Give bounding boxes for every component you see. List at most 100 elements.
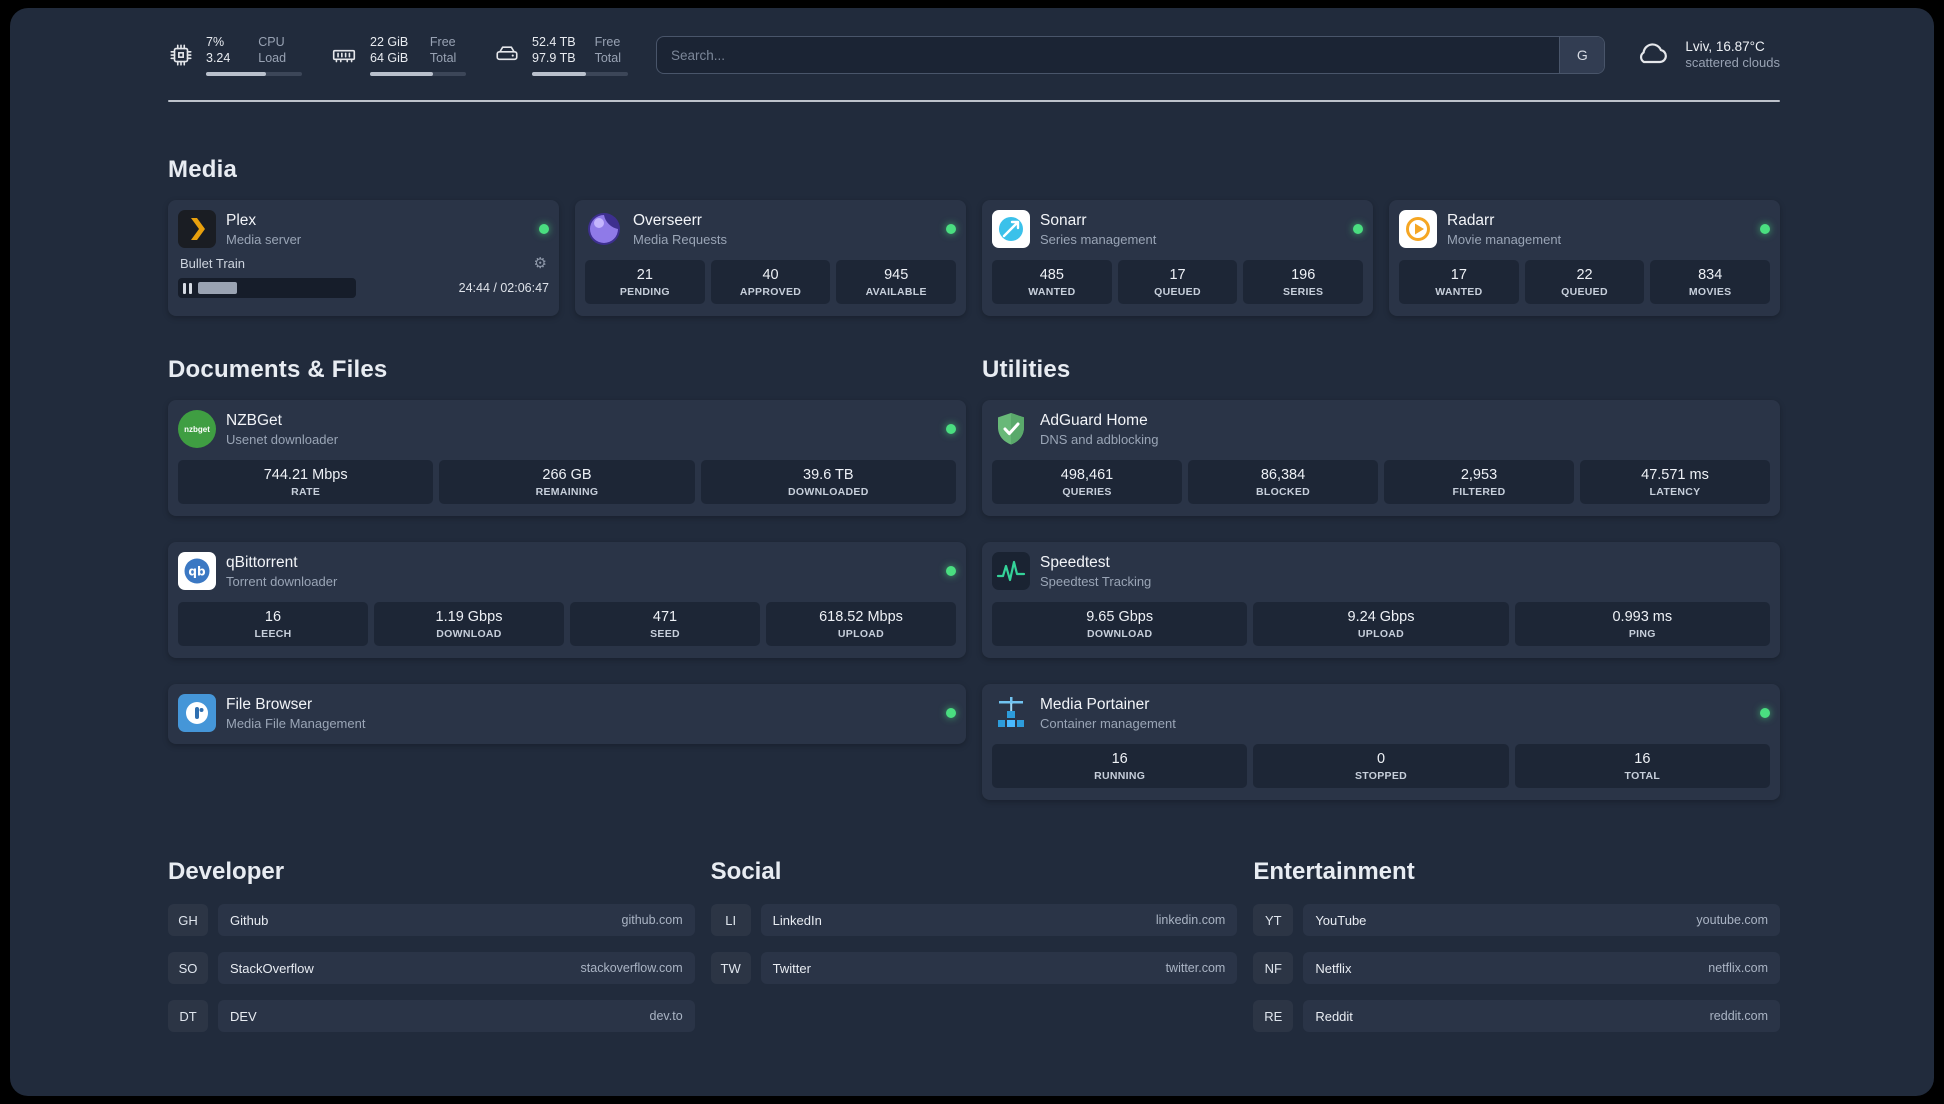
status-dot xyxy=(946,708,956,718)
weather-widget: Lviv, 16.87°C scattered clouds xyxy=(1633,38,1780,73)
cpu-values: 7% 3.24 xyxy=(206,35,231,65)
bookmark-group-entertainment: Entertainment YT YouTube youtube.com NF … xyxy=(1253,858,1780,1048)
stat-upload: 9.24 Gbps UPLOAD xyxy=(1253,602,1509,646)
media-grid: Plex Media server Bullet Train ⚙ 24:44 /… xyxy=(168,200,1780,316)
bookmark-github[interactable]: GH Github github.com xyxy=(168,904,695,936)
now-playing-title: Bullet Train xyxy=(180,256,246,271)
cpu-icon xyxy=(168,42,194,68)
card-desc: Media server xyxy=(226,231,302,247)
disk-icon xyxy=(494,42,520,68)
topbar: 7% 3.24 CPU Load 22 GiB 64 GiB Free Tota… xyxy=(168,34,1780,76)
stat-download: 1.19 Gbps DOWNLOAD xyxy=(374,602,564,646)
stat-queued: 17 QUEUED xyxy=(1117,260,1238,304)
plex-now-playing-widget: Bullet Train ⚙ 24:44 / 02:06:47 xyxy=(178,256,549,298)
card-name: File Browser xyxy=(226,695,313,713)
status-dot xyxy=(1353,224,1363,234)
dashboard-window: 7% 3.24 CPU Load 22 GiB 64 GiB Free Tota… xyxy=(10,8,1934,1096)
bookmark-dev[interactable]: DT DEV dev.to xyxy=(168,1000,695,1032)
service-card-filebrowser[interactable]: File Browser Media File Management xyxy=(168,684,966,744)
sonarr-icon xyxy=(992,210,1030,248)
weather-location: Lviv, 16.87°C xyxy=(1685,38,1765,54)
status-dot xyxy=(1760,224,1770,234)
status-dot xyxy=(946,224,956,234)
bookmark-group-title: Entertainment xyxy=(1253,858,1415,885)
card-desc: Container management xyxy=(1040,715,1176,731)
service-card-adguard[interactable]: AdGuard Home DNS and adblocking 498,461 Q… xyxy=(982,400,1780,516)
stat-ping: 0.993 ms PING xyxy=(1514,602,1770,646)
stat-pending: 21 PENDING xyxy=(585,260,705,304)
portainer-icon xyxy=(992,694,1030,732)
stat-leech: 16 LEECH xyxy=(178,602,368,646)
playback-time: 24:44 / 02:06:47 xyxy=(458,281,549,295)
memory-widget: 22 GiB 64 GiB Free Total xyxy=(330,34,466,76)
card-desc: Series management xyxy=(1040,231,1157,247)
service-card-radarr[interactable]: Radarr Movie management 17 WANTED 22 QUEUE… xyxy=(1389,200,1780,316)
pause-button[interactable] xyxy=(183,282,192,294)
cpu-labels: CPU Load xyxy=(258,35,287,65)
service-card-sonarr[interactable]: Sonarr Series management 485 WANTED 17 QUE… xyxy=(982,200,1373,316)
stat-blocked: 86,384 BLOCKED xyxy=(1188,460,1378,504)
card-desc: Media Requests xyxy=(633,231,727,247)
bookmark-netflix[interactable]: NF Netflix netflix.com xyxy=(1253,952,1780,984)
radarr-icon xyxy=(1399,210,1437,248)
service-card-nzbget[interactable]: nzbget NZBGet Usenet downloader 744.21 M… xyxy=(168,400,966,516)
filebrowser-icon xyxy=(178,694,216,732)
search-engine-button[interactable]: G xyxy=(1559,37,1605,73)
service-card-qbittorrent[interactable]: qb qBittorrent Torrent downloader 16 LEEC… xyxy=(168,542,966,658)
status-dot xyxy=(539,224,549,234)
progress-track[interactable] xyxy=(197,282,352,294)
status-dot xyxy=(946,566,956,576)
topbar-divider xyxy=(168,100,1780,102)
search-input[interactable] xyxy=(657,47,1560,63)
stat-wanted: 485 WANTED xyxy=(992,260,1112,304)
card-name: Plex xyxy=(226,211,257,229)
service-card-portainer[interactable]: Media Portainer Container management 16 R… xyxy=(982,684,1780,800)
stat-rate: 744.21 Mbps RATE xyxy=(178,460,434,504)
bookmark-twitter[interactable]: TW Twitter twitter.com xyxy=(710,952,1238,984)
bookmark-reddit[interactable]: RE Reddit reddit.com xyxy=(1253,1000,1780,1032)
memory-labels: Free Total xyxy=(429,35,457,65)
gear-icon[interactable]: ⚙ xyxy=(534,256,547,271)
plex-icon xyxy=(178,210,216,248)
card-desc: Media File Management xyxy=(226,715,366,731)
service-card-overseerr[interactable]: Overseerr Media Requests 21 PENDING 40 APP… xyxy=(575,200,966,316)
disk-usage-bar xyxy=(532,72,628,76)
card-name: Radarr xyxy=(1447,211,1495,229)
status-dot xyxy=(946,424,956,434)
stat-running: 16 RUNNING xyxy=(992,744,1248,788)
service-card-plex[interactable]: Plex Media server Bullet Train ⚙ 24:44 /… xyxy=(168,200,559,316)
bookmark-stackoverflow[interactable]: SO StackOverflow stackoverflow.com xyxy=(168,952,695,984)
bookmark-group-title: Social xyxy=(710,858,782,885)
nzbget-icon: nzbget xyxy=(178,410,216,448)
bookmark-linkedin[interactable]: LI LinkedIn linkedin.com xyxy=(710,904,1238,936)
speedtest-icon xyxy=(992,552,1030,590)
weather-condition: scattered clouds xyxy=(1685,55,1780,71)
stat-series: 196 SERIES xyxy=(1243,260,1364,304)
playback-bar xyxy=(178,278,356,298)
card-name: Media Portainer xyxy=(1040,695,1150,713)
disk-values: 52.4 TB 97.9 TB xyxy=(532,35,576,65)
service-card-speedtest[interactable]: Speedtest Speedtest Tracking 9.65 Gbps DO… xyxy=(982,542,1780,658)
bookmark-group-title: Developer xyxy=(168,858,285,885)
qbittorrent-icon: qb xyxy=(178,552,216,590)
card-desc: DNS and adblocking xyxy=(1040,431,1159,447)
stat-queries: 498,461 QUERIES xyxy=(992,460,1182,504)
bookmarks: Developer GH Github github.com SO StackO… xyxy=(168,858,1780,1094)
card-name: qBittorrent xyxy=(226,553,298,571)
cpu-widget: 7% 3.24 CPU Load xyxy=(168,34,302,76)
stat-filtered: 2,953 FILTERED xyxy=(1384,460,1574,504)
stat-queued: 22 QUEUED xyxy=(1524,260,1645,304)
disk-labels: Free Total xyxy=(594,35,621,65)
stat-available: 945 AVAILABLE xyxy=(836,260,957,304)
bookmark-youtube[interactable]: YT YouTube youtube.com xyxy=(1253,904,1780,936)
documents-utilities-grid: nzbget NZBGet Usenet downloader 744.21 M… xyxy=(168,400,1780,800)
stat-download: 9.65 Gbps DOWNLOAD xyxy=(992,602,1248,646)
card-desc: Usenet downloader xyxy=(226,431,339,447)
section-title-media: Media xyxy=(168,156,238,183)
cpu-usage-bar xyxy=(206,72,302,76)
card-name: Sonarr xyxy=(1040,211,1087,229)
bookmark-group-social: Social LI LinkedIn linkedin.com TW Twitt… xyxy=(710,858,1238,1048)
memory-usage-bar xyxy=(370,72,466,76)
stat-approved: 40 APPROVED xyxy=(710,260,831,304)
card-name: Speedtest xyxy=(1040,553,1110,571)
